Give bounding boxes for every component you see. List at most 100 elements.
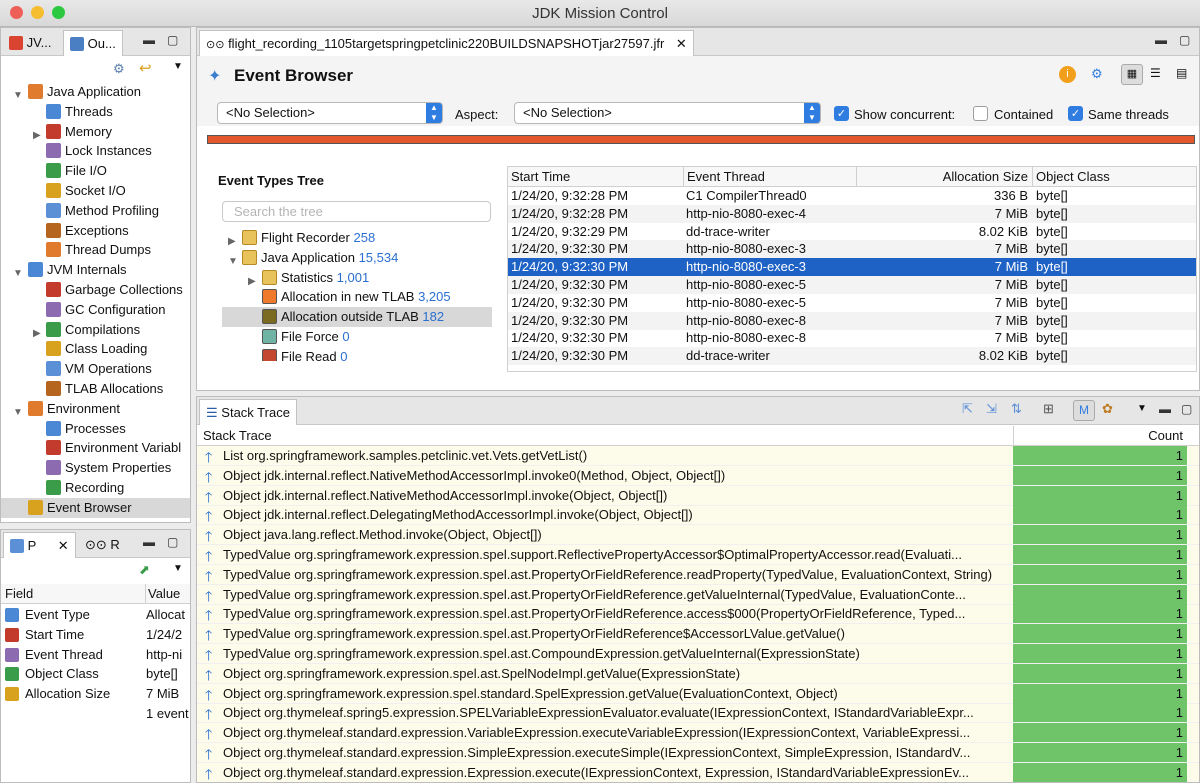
view-menu-icon[interactable]: ▼: [1137, 403, 1147, 414]
view-menu-icon[interactable]: ▼: [173, 563, 183, 574]
arrow-back-icon[interactable]: ↩: [139, 59, 152, 77]
filter-icon[interactable]: ⚙: [1091, 66, 1103, 82]
table-row[interactable]: 1/24/20, 9:32:30 PM http-nio-8080-exec-8 7…: [508, 311, 1196, 330]
table-row[interactable]: 1/24/20, 9:32:30 PM http-nio-8080-exec-8 7…: [508, 329, 1196, 347]
minimize-view-icon[interactable]: ▬: [1159, 402, 1171, 416]
stack-frame-row[interactable]: 🡑 TypedValue org.springframework.expressi…: [197, 584, 1199, 605]
tree-layout-icon[interactable]: ⊞: [1043, 401, 1054, 417]
property-row[interactable]: Allocation Size 7 MiB: [1, 684, 190, 704]
group-down-icon[interactable]: ⇲: [986, 401, 997, 417]
group-toggle-icon[interactable]: ⇅: [1011, 401, 1022, 417]
sidebar-item[interactable]: System Properties: [1, 458, 190, 478]
event-type-item[interactable]: ▶ Statistics 1,001: [222, 268, 492, 288]
event-type-item[interactable]: File Read 0: [222, 347, 492, 361]
stack-frame-row[interactable]: 🡑 Object org.thymeleaf.standard.expressio…: [197, 743, 1199, 763]
contained-checkbox[interactable]: [973, 106, 988, 121]
table-row[interactable]: 1/24/20, 9:32:28 PM http-nio-8080-exec-4 7…: [508, 204, 1196, 223]
method-icon[interactable]: M: [1073, 400, 1095, 421]
value-column-header[interactable]: Value: [145, 584, 180, 603]
layout-tree-icon[interactable]: ▦: [1121, 64, 1143, 85]
sidebar-item[interactable]: GC Configuration: [1, 300, 190, 320]
stack-frame-row[interactable]: 🡑 TypedValue org.springframework.expressi…: [197, 604, 1199, 625]
maximize-view-icon[interactable]: ▢: [167, 33, 178, 47]
sidebar-item[interactable]: File I/O: [1, 161, 190, 181]
minimize-view-icon[interactable]: ▬: [143, 535, 155, 549]
stack-frame-row[interactable]: 🡑 TypedValue org.springframework.expressi…: [197, 644, 1199, 664]
stack-frame-row[interactable]: 🡑 Object jdk.internal.reflect.NativeMetho…: [197, 485, 1199, 506]
sidebar-item[interactable]: ▶ Memory: [1, 122, 190, 142]
sidebar-item[interactable]: ▼ JVM Internals: [1, 260, 190, 280]
sidebar-item[interactable]: ▼ Java Application: [1, 82, 190, 102]
tab-results[interactable]: ⊙⊙ R: [79, 532, 126, 558]
stack-frame-row[interactable]: 🡑 Object jdk.internal.reflect.DelegatingM…: [197, 505, 1199, 526]
sidebar-item[interactable]: Exceptions: [1, 221, 190, 241]
property-row[interactable]: 1 event: [1, 704, 190, 724]
table-row[interactable]: 1/24/20, 9:32:30 PM http-nio-8080-exec-3 7…: [508, 258, 1196, 277]
tab-outline[interactable]: Ou...: [63, 30, 123, 56]
property-row[interactable]: Start Time 1/24/2: [1, 625, 190, 645]
layout-table-icon[interactable]: ▤: [1176, 66, 1187, 80]
maximize-view-icon[interactable]: ▢: [1179, 33, 1190, 47]
tab-properties[interactable]: P ✕: [3, 532, 76, 558]
property-row[interactable]: Object Class byte[]: [1, 664, 190, 684]
aspect-dropdown[interactable]: <No Selection> ▲ ▼: [514, 102, 821, 124]
event-type-item[interactable]: ▶ Flight Recorder 258: [222, 228, 492, 248]
sidebar-item[interactable]: VM Operations: [1, 359, 190, 379]
object-class-column-header[interactable]: Object Class: [1032, 167, 1110, 186]
sidebar-item[interactable]: Garbage Collections: [1, 280, 190, 300]
sidebar-item[interactable]: Lock Instances: [1, 141, 190, 161]
table-row[interactable]: 1/24/20, 9:32:30 PM http-nio-8080-exec-5 7…: [508, 294, 1196, 312]
info-icon[interactable]: i: [1059, 66, 1076, 83]
export-icon[interactable]: ⬈: [139, 562, 150, 578]
stack-frame-row[interactable]: 🡑 List org.springframework.samples.petcli…: [197, 446, 1199, 466]
layout-list-icon[interactable]: ☰: [1150, 66, 1161, 80]
link-icon[interactable]: ⚙: [113, 61, 125, 77]
stack-frame-row[interactable]: 🡑 Object jdk.internal.reflect.NativeMetho…: [197, 465, 1199, 486]
sidebar-item[interactable]: TLAB Allocations: [1, 379, 190, 399]
stack-frame-row[interactable]: 🡑 Object org.thymeleaf.standard.expressio…: [197, 762, 1199, 782]
sidebar-item[interactable]: Processes: [1, 419, 190, 439]
close-tab-icon[interactable]: ✕: [676, 36, 687, 51]
sidebar-item[interactable]: Class Loading: [1, 339, 190, 359]
settings-icon[interactable]: ✿: [1102, 401, 1113, 417]
count-column-header[interactable]: Count: [1013, 426, 1189, 445]
table-row[interactable]: 1/24/20, 9:32:30 PM http-nio-8080-exec-3 7…: [508, 240, 1196, 259]
minimize-view-icon[interactable]: ▬: [143, 33, 155, 47]
same-threads-checkbox[interactable]: ✓: [1068, 106, 1083, 121]
event-thread-column-header[interactable]: Event Thread: [683, 167, 765, 186]
tab-recording-file[interactable]: ⊙⊙ flight_recording_1105targetspringpetc…: [199, 30, 694, 56]
table-row[interactable]: 1/24/20, 9:32:28 PM C1 CompilerThread0 336…: [508, 187, 1196, 205]
stack-frame-row[interactable]: 🡑 TypedValue org.springframework.expressi…: [197, 545, 1199, 565]
sidebar-item[interactable]: Socket I/O: [1, 181, 190, 201]
stack-frame-row[interactable]: 🡑 TypedValue org.springframework.expressi…: [197, 564, 1199, 585]
tree-search-input[interactable]: Search the tree: [222, 201, 491, 222]
group-up-icon[interactable]: ⇱: [962, 401, 973, 417]
selection-dropdown[interactable]: <No Selection> ▲ ▼: [217, 102, 443, 124]
stack-frame-row[interactable]: 🡑 Object org.thymeleaf.standard.expressio…: [197, 723, 1199, 744]
stack-trace-column-header[interactable]: Stack Trace: [203, 426, 272, 445]
property-row[interactable]: Event Type Allocat: [1, 605, 190, 625]
sidebar-item[interactable]: Threads: [1, 102, 190, 122]
stack-frame-row[interactable]: 🡑 TypedValue org.springframework.expressi…: [197, 624, 1199, 645]
maximize-view-icon[interactable]: ▢: [1181, 402, 1192, 416]
event-type-item[interactable]: Allocation in new TLAB 3,205: [222, 287, 492, 307]
timeline-stripe[interactable]: [207, 135, 1195, 144]
sidebar-item[interactable]: Recording: [1, 478, 190, 498]
close-tab-icon[interactable]: ✕: [58, 538, 69, 553]
sidebar-item[interactable]: Method Profiling: [1, 201, 190, 221]
event-type-item[interactable]: Allocation outside TLAB 182: [222, 307, 492, 328]
stack-frame-row[interactable]: 🡑 Object java.lang.reflect.Method.invoke(…: [197, 525, 1199, 546]
sidebar-item[interactable]: ▶ Compilations: [1, 320, 190, 340]
table-row[interactable]: 1/24/20, 9:32:30 PM http-nio-8080-exec-5 7…: [508, 276, 1196, 294]
table-row[interactable]: 1/24/20, 9:32:29 PM dd-trace-writer 8.02 K…: [508, 223, 1196, 241]
event-type-item[interactable]: File Force 0: [222, 327, 492, 347]
show-concurrent-checkbox[interactable]: ✓: [834, 106, 849, 121]
maximize-view-icon[interactable]: ▢: [167, 535, 178, 549]
property-row[interactable]: Event Thread http-ni: [1, 645, 190, 665]
table-row[interactable]: 1/24/20, 9:32:30 PM dd-trace-writer 8.02 K…: [508, 347, 1196, 366]
tab-jvm-browser[interactable]: JV...: [3, 30, 57, 56]
allocation-size-column-header[interactable]: Allocation Size: [856, 167, 1032, 186]
start-time-column-header[interactable]: Start Time: [511, 167, 570, 186]
sidebar-item[interactable]: Environment Variabl: [1, 438, 190, 458]
stack-frame-row[interactable]: 🡑 Object org.springframework.expression.s…: [197, 663, 1199, 684]
